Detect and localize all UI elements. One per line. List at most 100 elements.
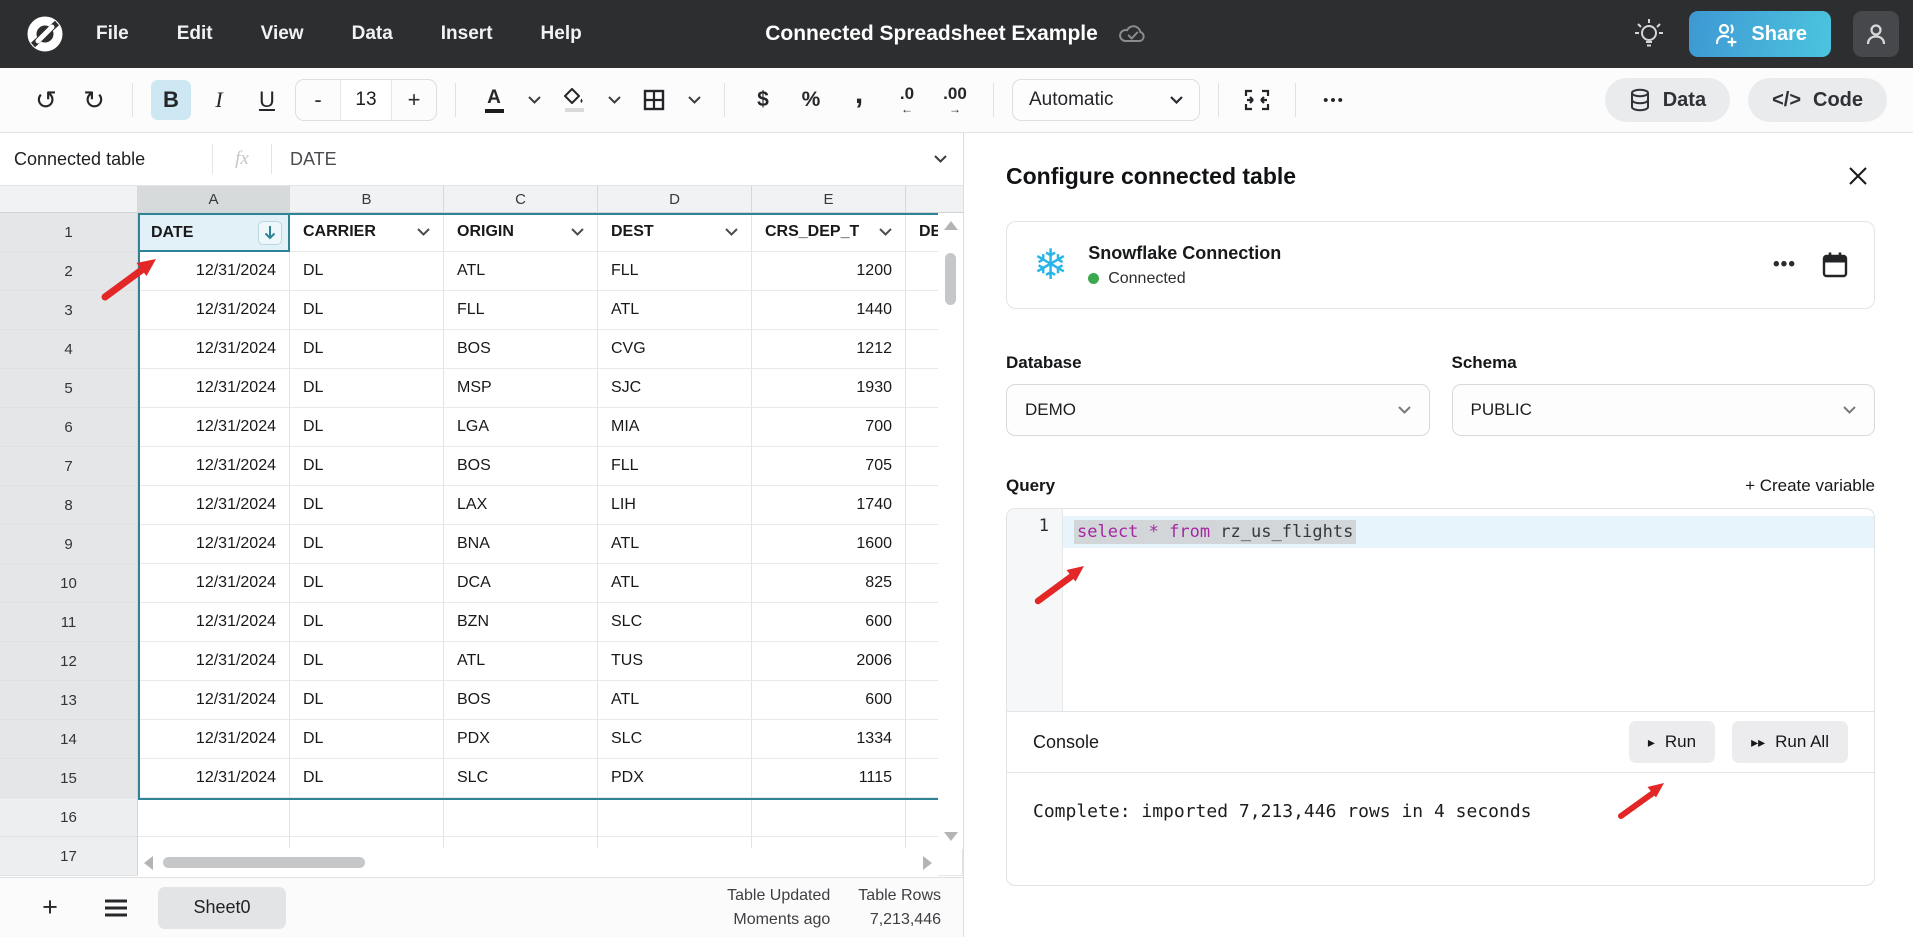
schedule-button[interactable]: [1822, 251, 1848, 279]
grid-cell[interactable]: DL: [290, 642, 444, 681]
grid-cell[interactable]: FLL: [598, 447, 752, 486]
database-select[interactable]: DEMO: [1006, 384, 1430, 436]
row-header-14[interactable]: 14: [0, 720, 138, 759]
borders-dropdown[interactable]: [682, 80, 706, 120]
add-sheet-button[interactable]: +: [30, 888, 70, 928]
account-avatar-button[interactable]: [1853, 11, 1899, 57]
code-panel-button[interactable]: </> Code: [1748, 78, 1887, 122]
grid-cell[interactable]: 1440: [752, 291, 906, 330]
vertical-scrollbar[interactable]: [938, 213, 963, 849]
grid-cell[interactable]: 12/31/2024: [138, 252, 290, 291]
grid-cell[interactable]: ATL: [598, 681, 752, 720]
grid-cell[interactable]: 12/31/2024: [138, 408, 290, 447]
grid-cell[interactable]: [444, 798, 598, 837]
decrease-decimal-button[interactable]: .0 ←: [887, 80, 927, 120]
grid-cell[interactable]: 700: [752, 408, 906, 447]
borders-button[interactable]: [634, 80, 674, 120]
grid-cell[interactable]: DL: [290, 330, 444, 369]
grid-cell[interactable]: 825: [752, 564, 906, 603]
row-header-8[interactable]: 8: [0, 486, 138, 525]
formula-input[interactable]: DATE: [272, 149, 934, 170]
row-header-2[interactable]: 2: [0, 252, 138, 291]
row-header-5[interactable]: 5: [0, 369, 138, 408]
column-header-d[interactable]: D: [598, 186, 752, 213]
cell-c1-origin-header[interactable]: ORIGIN: [444, 213, 598, 252]
grid-cell[interactable]: CVG: [598, 330, 752, 369]
grid-cell[interactable]: BOS: [444, 681, 598, 720]
sheet-list-button[interactable]: [96, 888, 136, 928]
grid-cell[interactable]: 12/31/2024: [138, 447, 290, 486]
grid-cell[interactable]: DL: [290, 252, 444, 291]
grid-cell[interactable]: DL: [290, 603, 444, 642]
percent-format-button[interactable]: %: [791, 80, 831, 120]
column-header-a[interactable]: A: [138, 186, 290, 213]
grid-cell[interactable]: ATL: [598, 291, 752, 330]
grid-cell[interactable]: ATL: [598, 564, 752, 603]
grid-cell[interactable]: SLC: [598, 720, 752, 759]
grid-cell[interactable]: 1115: [752, 759, 906, 798]
sort-descending-icon[interactable]: [258, 221, 282, 245]
grid-cell[interactable]: PDX: [598, 759, 752, 798]
font-size-value[interactable]: 13: [340, 80, 392, 120]
grid-cell[interactable]: 12/31/2024: [138, 720, 290, 759]
horizontal-scrollbar[interactable]: [138, 848, 938, 877]
scroll-left-arrow[interactable]: [144, 856, 153, 870]
fill-color-dropdown[interactable]: [602, 80, 626, 120]
cell-a1-date-header[interactable]: DATE: [138, 213, 290, 252]
grid-cell[interactable]: 12/31/2024: [138, 603, 290, 642]
grid-cell[interactable]: FLL: [598, 252, 752, 291]
grid-cell[interactable]: 12/31/2024: [138, 486, 290, 525]
grid-cell[interactable]: [290, 798, 444, 837]
grid-cell[interactable]: 1200: [752, 252, 906, 291]
grid-cell[interactable]: 1600: [752, 525, 906, 564]
row-header-1[interactable]: 1: [0, 213, 138, 252]
column-header-c[interactable]: C: [444, 186, 598, 213]
row-header-4[interactable]: 4: [0, 330, 138, 369]
text-color-button[interactable]: A: [474, 80, 514, 120]
app-logo-icon[interactable]: [22, 11, 68, 57]
grid-cell[interactable]: [752, 798, 906, 837]
grid-cell[interactable]: DL: [290, 720, 444, 759]
grid-cell[interactable]: FLL: [444, 291, 598, 330]
row-header-17[interactable]: 17: [0, 837, 138, 876]
cell-b1-carrier-header[interactable]: CARRIER: [290, 213, 444, 252]
grid-cell[interactable]: DL: [290, 525, 444, 564]
undo-button[interactable]: ↺: [26, 80, 66, 120]
menu-view[interactable]: View: [261, 23, 304, 45]
grid-cell[interactable]: DCA: [444, 564, 598, 603]
font-size-decrease-button[interactable]: -: [296, 80, 340, 120]
sheet-tab-sheet0[interactable]: Sheet0: [158, 887, 286, 929]
grid-cell[interactable]: TUS: [598, 642, 752, 681]
grid-cell[interactable]: 600: [752, 681, 906, 720]
row-header-3[interactable]: 3: [0, 291, 138, 330]
row-header-9[interactable]: 9: [0, 525, 138, 564]
document-title[interactable]: Connected Spreadsheet Example: [765, 22, 1098, 46]
connection-menu-button[interactable]: •••: [1773, 254, 1796, 276]
grid-cell[interactable]: DL: [290, 486, 444, 525]
fill-color-button[interactable]: [554, 80, 594, 120]
grid-cell[interactable]: LIH: [598, 486, 752, 525]
grid-cell[interactable]: SJC: [598, 369, 752, 408]
italic-button[interactable]: I: [199, 80, 239, 120]
grid-cell[interactable]: BOS: [444, 447, 598, 486]
grid-cell[interactable]: 1930: [752, 369, 906, 408]
grid-cell[interactable]: 12/31/2024: [138, 525, 290, 564]
row-header-11[interactable]: 11: [0, 603, 138, 642]
grid-cell[interactable]: DL: [290, 564, 444, 603]
grid-cell[interactable]: LAX: [444, 486, 598, 525]
grid-cell[interactable]: DL: [290, 369, 444, 408]
grid-cell[interactable]: DL: [290, 759, 444, 798]
row-header-6[interactable]: 6: [0, 408, 138, 447]
grid-cell[interactable]: DL: [290, 291, 444, 330]
formula-bar-expand-icon[interactable]: [934, 150, 947, 168]
grid-cell[interactable]: ATL: [598, 525, 752, 564]
scroll-right-arrow[interactable]: [923, 856, 932, 870]
row-header-15[interactable]: 15: [0, 759, 138, 798]
grid-cell[interactable]: BZN: [444, 603, 598, 642]
share-button[interactable]: Share: [1689, 11, 1831, 57]
grid-cell[interactable]: DL: [290, 408, 444, 447]
grid-cell[interactable]: BNA: [444, 525, 598, 564]
grid-cell[interactable]: 12/31/2024: [138, 681, 290, 720]
grid-cell[interactable]: 1334: [752, 720, 906, 759]
menu-edit[interactable]: Edit: [177, 23, 213, 45]
